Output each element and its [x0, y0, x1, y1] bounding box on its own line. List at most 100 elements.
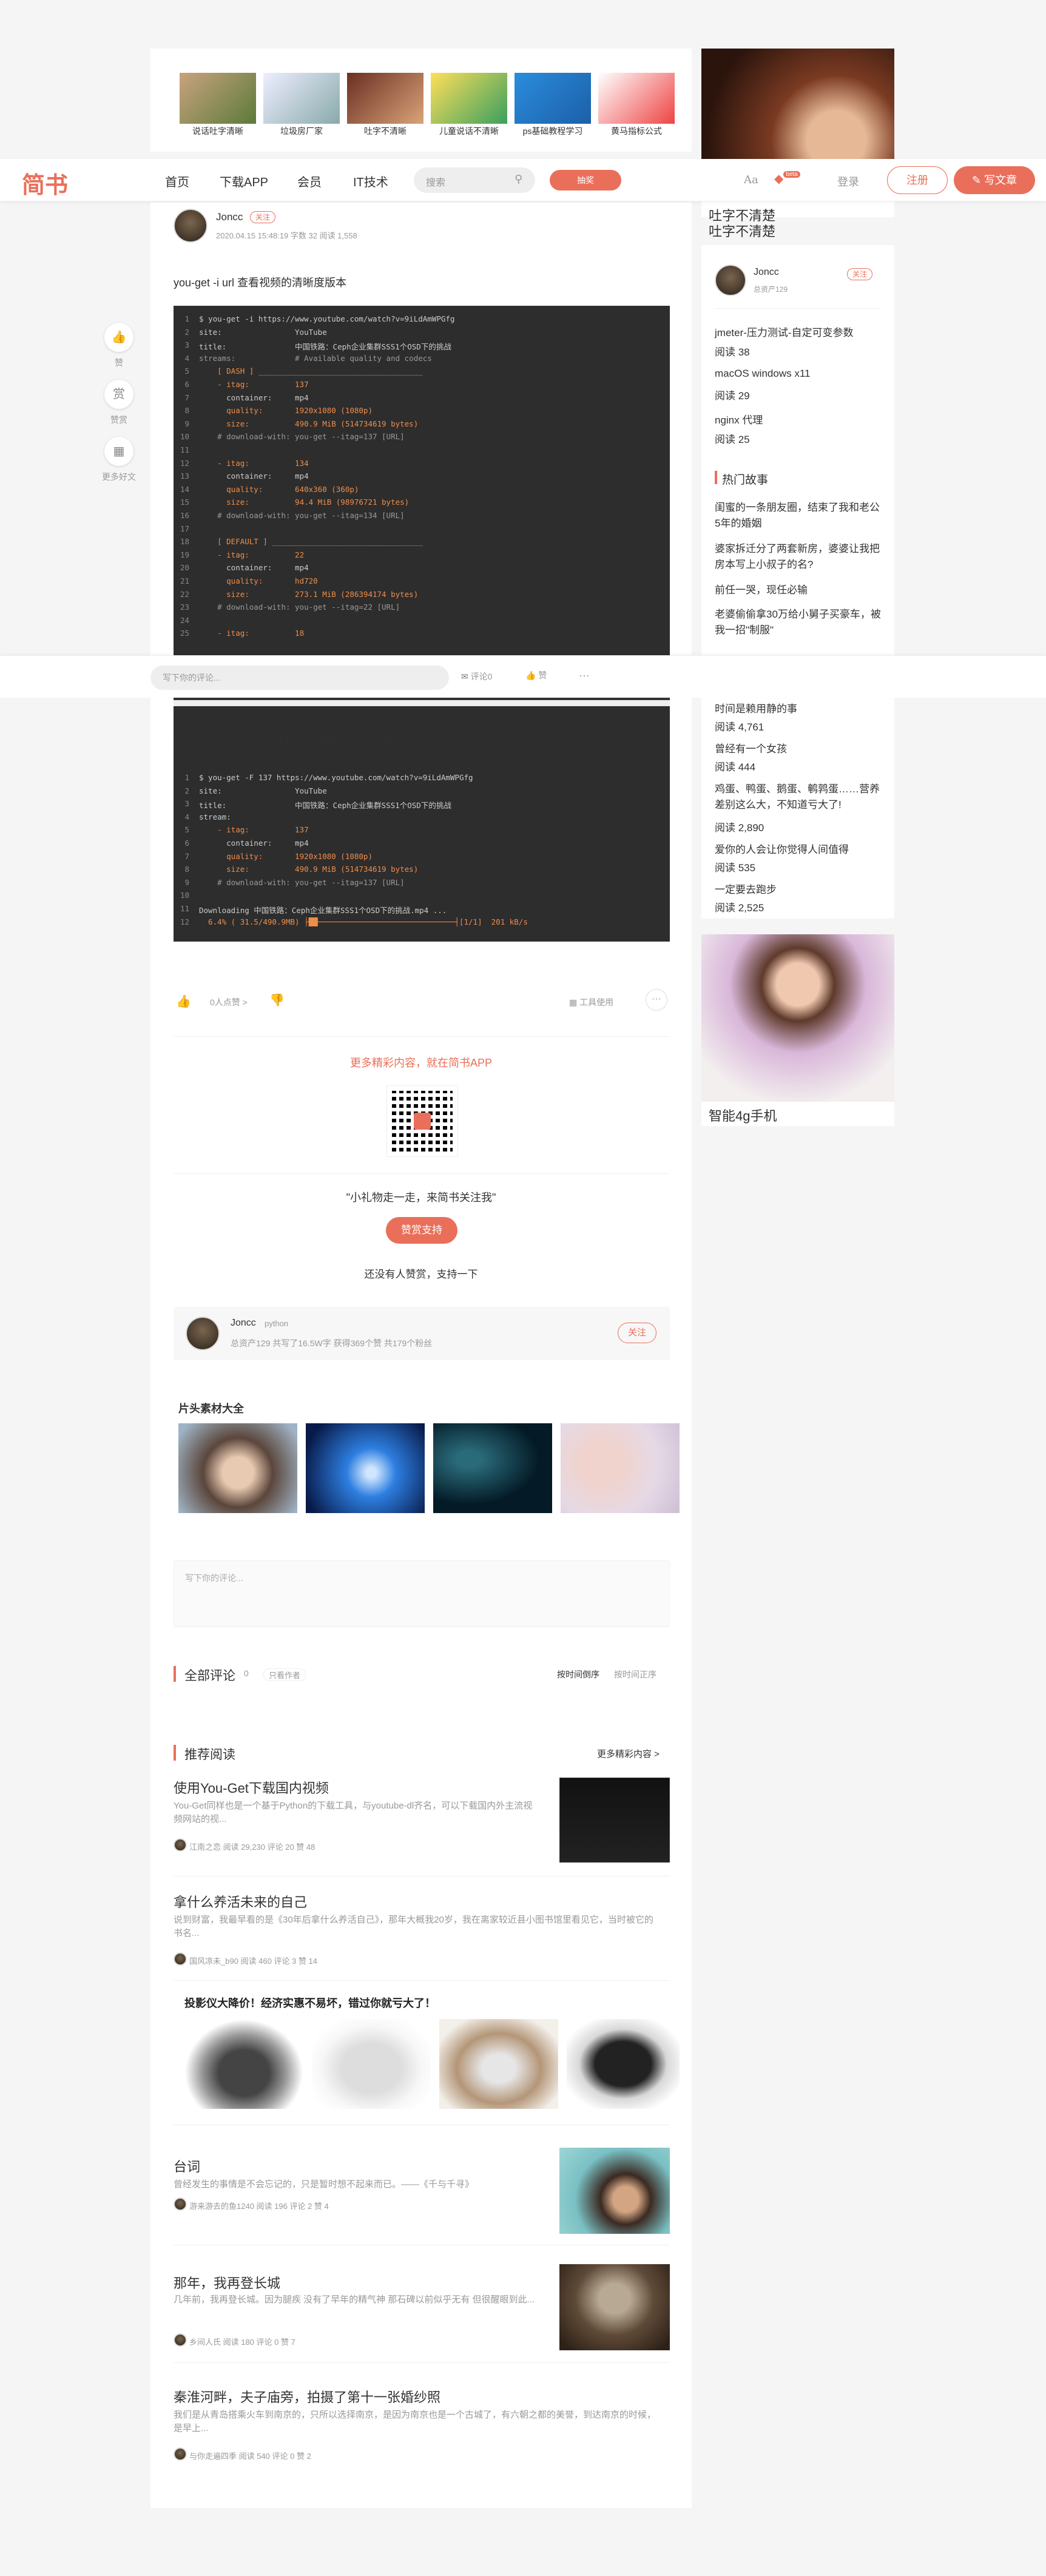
top-ad-caption[interactable]: ps基础教程学习 [515, 125, 591, 137]
recommend-more[interactable]: 更多精彩内容 > [597, 1747, 660, 1760]
no-reward-text: 还没有人赞赏，支持一下 [364, 1269, 478, 1280]
nav-download-app[interactable]: 下载APP [220, 172, 268, 190]
top-ad-thumb[interactable] [347, 73, 423, 124]
sidebar-post-meta: 阅读 25 [715, 434, 750, 445]
like-thumb-icon[interactable]: 👍 [176, 994, 191, 1009]
search-input[interactable]: 搜索 ⚲ [414, 167, 535, 193]
top-ad-thumb[interactable] [515, 73, 591, 124]
comment-textarea[interactable]: 写下你的评论... [174, 1560, 670, 1627]
sort-desc[interactable]: 按时间倒序 [557, 1668, 599, 1681]
only-author-filter[interactable]: 只看作者 [263, 1668, 306, 1681]
top-ad-strip[interactable]: 说话吐字清晰 垃圾房厂家 吐字不清晰 儿童说话不清晰 ps基础教程学习 黄马指标公式 [150, 49, 692, 152]
rec-item-thumb[interactable] [559, 2148, 670, 2234]
author-card-follow[interactable]: 关注 [618, 1323, 656, 1343]
code-line-number: 18 [180, 537, 189, 547]
sidebar-follow[interactable]: 关注 [847, 268, 873, 280]
sidebar-phone-ad[interactable]: 智能4g手机 [701, 934, 894, 1126]
paragraph-2: you-get -F 137 url 选择相应的版本。这里选择1080p [174, 733, 425, 745]
jianshu-logo[interactable]: 简书 [22, 166, 68, 200]
hot-story-meta: 阅读 444 [715, 761, 756, 773]
top-ad-caption[interactable]: 吐字不清晰 [347, 125, 423, 137]
reward-support-button[interactable]: 赞赏支持 [386, 1217, 457, 1244]
code-line: size: 490.9 MiB (514734619 bytes) [199, 419, 419, 428]
code-line-number: 4 [184, 353, 189, 363]
tool-usage-link[interactable]: ▦ 工具使用 [569, 996, 613, 1008]
recommend-title-bar [174, 1745, 176, 1761]
follow-tag[interactable]: 关注 [250, 211, 276, 223]
like-icon[interactable]: 👍 [104, 323, 133, 352]
author-card-name[interactable]: Joncc [231, 1318, 256, 1329]
hot-story[interactable]: 时间是赖用静的事 [715, 700, 885, 715]
projector-ad-title[interactable]: 投影仪大降价！经济实惠不易坏，错过你就亏大了！ [184, 1995, 436, 2011]
font-size-toggle[interactable]: Aa [744, 174, 758, 186]
register-button[interactable]: 注册 [887, 166, 948, 194]
projector-thumb[interactable] [312, 2019, 431, 2109]
top-ad-thumb[interactable] [263, 73, 340, 124]
sidebar-post[interactable]: macOS windows x11 [715, 368, 810, 380]
hot-story[interactable]: 鸡蛋、鸭蛋、鹅蛋、鹌鹑蛋……营养差别这么大，不知道亏大了! [715, 781, 885, 813]
top-ad-caption[interactable]: 黄马指标公式 [598, 125, 675, 137]
hot-story[interactable]: 闺蜜的一条朋友圈，结束了我和老公5年的婚姻 [715, 500, 885, 531]
folder-icon: ▦ [569, 997, 578, 1007]
rec-item-thumb[interactable] [559, 2264, 670, 2350]
code-scrollbar[interactable] [174, 698, 670, 706]
rec-item-title[interactable]: 台词 [174, 2156, 200, 2176]
more-options-icon[interactable]: ··· [646, 989, 667, 1011]
author-avatar[interactable] [174, 209, 208, 243]
nav-member[interactable]: 会员 [297, 172, 322, 190]
write-article-button[interactable]: ✎ 写文章 [954, 166, 1035, 194]
material-ad[interactable]: 片头素材大全 [150, 1388, 692, 1522]
sidebar-post[interactable]: nginx 代理 [715, 411, 763, 427]
code-line-number: 24 [180, 615, 189, 625]
top-ad-thumb[interactable] [180, 73, 256, 124]
hot-story[interactable]: 老婆偷偷拿30万给小舅子买豪车，被我一招"制服" [715, 607, 885, 638]
rec-item-title[interactable]: 拿什么养活未来的自己 [174, 1892, 307, 1911]
code-line-number: 17 [180, 524, 189, 533]
dislike-icon[interactable]: 👎 [269, 993, 285, 1008]
hot-story[interactable]: 一定要去跑步 [715, 881, 885, 896]
like-count[interactable]: 0人点赞 > [210, 996, 248, 1008]
hot-story[interactable]: 爱你的人会让你觉得人间值得 [715, 841, 885, 856]
top-ad-caption[interactable]: 儿童说话不清晰 [431, 125, 507, 137]
sidebar-author-name[interactable]: Joncc [754, 267, 779, 278]
code-line: size: 490.9 MiB (514734619 bytes) [199, 865, 419, 874]
top-ad-thumb[interactable] [431, 73, 507, 124]
author-card-avatar[interactable] [186, 1317, 220, 1350]
reward-icon[interactable]: 赏 [104, 380, 133, 409]
nav-home[interactable]: 首页 [165, 172, 189, 190]
qrcode-icon[interactable]: ▦ [104, 437, 133, 466]
comment-bar-input[interactable]: 写下你的评论... [150, 666, 449, 690]
app-qrcode[interactable] [386, 1085, 458, 1157]
rec-item-title[interactable]: 那年，我再登长城 [174, 2273, 280, 2292]
author-name[interactable]: Joncc [216, 211, 243, 223]
comment-bar-like[interactable]: 👍 赞 [525, 669, 547, 681]
top-ad-caption[interactable]: 说话吐字清晰 [180, 125, 256, 137]
rec-item-title[interactable]: 使用You-Get下载国内视频 [174, 1778, 329, 1797]
diamond-icon[interactable]: ◆ beta [774, 171, 800, 186]
rec-item-thumb[interactable] [559, 1778, 670, 1863]
login-link[interactable]: 登录 [837, 174, 859, 189]
right-ad-caption-dup[interactable]: 吐字不清楚 [709, 221, 775, 240]
sidebar-avatar[interactable] [715, 265, 746, 296]
projector-thumb[interactable] [184, 2019, 303, 2109]
rec-item-title[interactable]: 秦淮河畔，夫子庙旁，拍摄了第十一张婚纱照 [174, 2387, 440, 2406]
comment-bar-comments[interactable]: ✉ 评论0 [461, 670, 492, 683]
nav-it-tech[interactable]: IT技术 [353, 172, 388, 190]
lottery-badge[interactable]: 抽奖 [550, 170, 621, 191]
write-label: 写文章 [984, 174, 1017, 186]
search-icon[interactable]: ⚲ [515, 173, 522, 186]
comment-bar-more[interactable]: ··· [579, 669, 590, 682]
rec-avatar [174, 2333, 187, 2347]
code-line: quality: hd720 [199, 576, 318, 585]
top-ad-caption[interactable]: 垃圾房厂家 [263, 125, 340, 137]
hot-story[interactable]: 前任一哭，现任必输 [715, 582, 885, 598]
app-promo[interactable]: 更多精彩内容，就在简书APP [150, 1054, 692, 1070]
projector-thumb[interactable] [439, 2019, 558, 2109]
sidebar-post[interactable]: jmeter-压力测试-自定可变参数 [715, 324, 854, 339]
sort-asc[interactable]: 按时间正序 [614, 1668, 656, 1681]
hot-story[interactable]: 婆家拆迁分了两套新房，婆婆让我把房本写上小叔子的名? [715, 541, 885, 573]
hot-story[interactable]: 曾经有一个女孩 [715, 740, 885, 755]
top-ad-thumb[interactable] [598, 73, 675, 124]
projector-thumb[interactable] [567, 2019, 680, 2109]
rec-avatar [174, 2197, 187, 2211]
